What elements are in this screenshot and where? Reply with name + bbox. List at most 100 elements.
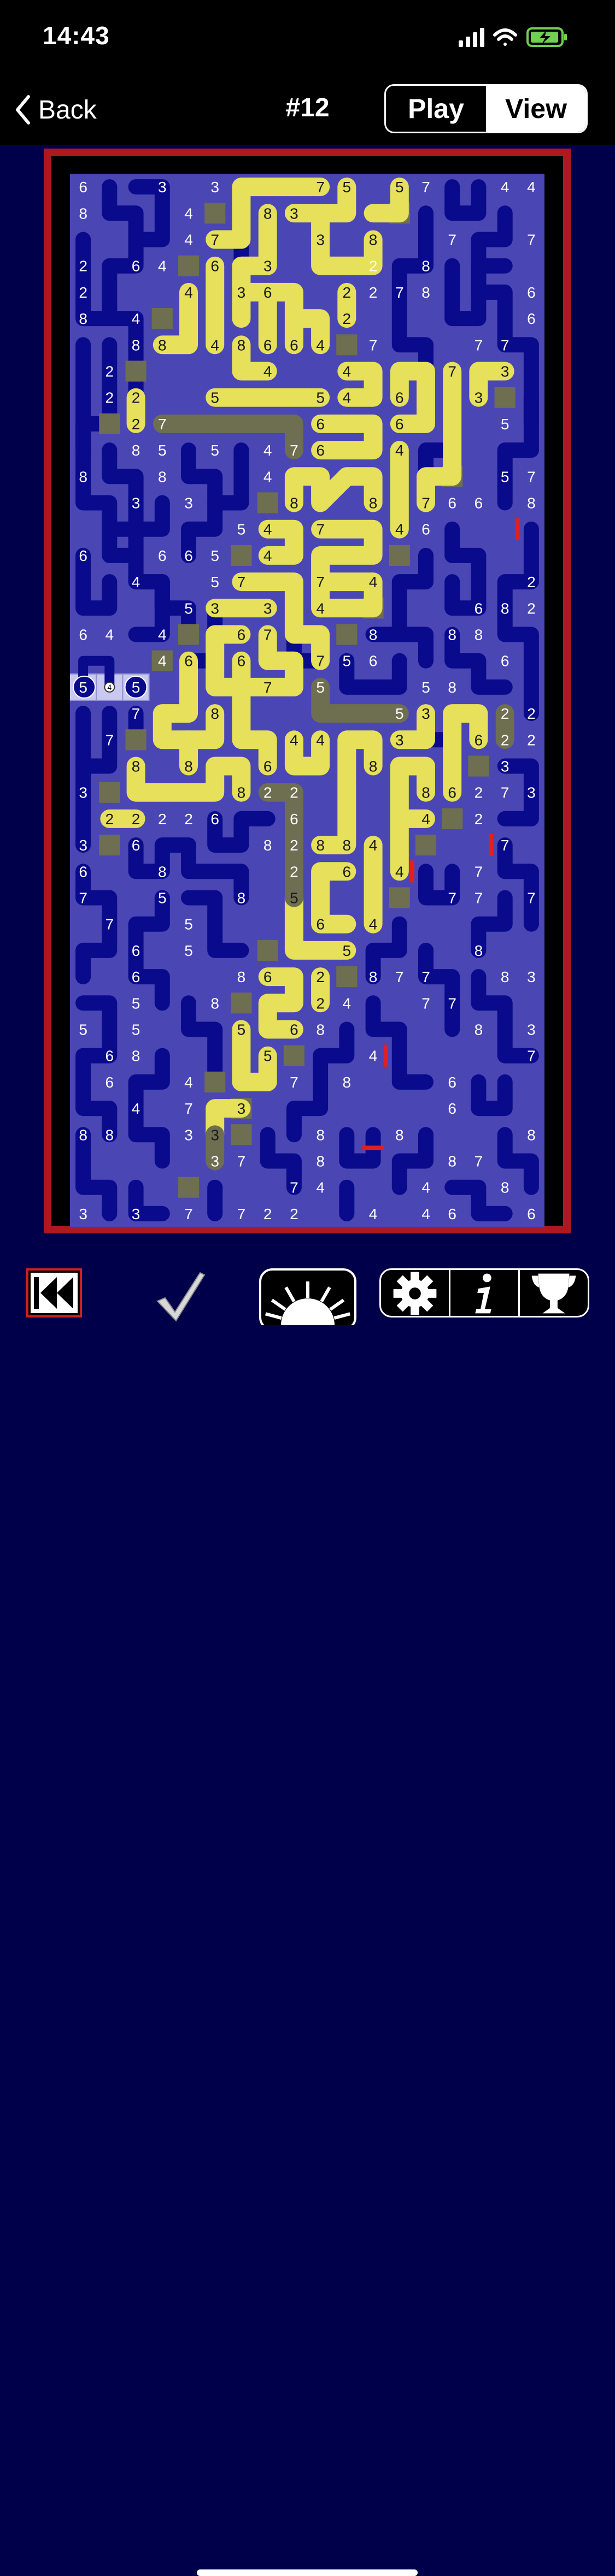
gray-cell bbox=[389, 545, 410, 566]
cell-number: 5 bbox=[316, 389, 325, 406]
cell-number: 2 bbox=[501, 731, 509, 748]
status-time: 14:43 bbox=[43, 21, 110, 50]
cell-number: 8 bbox=[475, 1021, 483, 1038]
cell-number: 4 bbox=[210, 336, 219, 353]
cell-number: 3 bbox=[79, 1206, 87, 1222]
cell-number: 3 bbox=[501, 758, 509, 775]
cell-number: 2 bbox=[290, 863, 298, 880]
cell-number: 8 bbox=[158, 468, 167, 485]
gear-icon bbox=[393, 1272, 437, 1315]
cell-number: 8 bbox=[369, 968, 378, 985]
cell-number: 6 bbox=[237, 653, 246, 670]
cell-number: 6 bbox=[448, 784, 456, 801]
cell-number: 6 bbox=[448, 1074, 456, 1091]
mode-segmented-control: Play View bbox=[384, 84, 588, 133]
cell-number: 4 bbox=[369, 837, 378, 854]
cell-number: 8 bbox=[316, 837, 325, 854]
info-button[interactable] bbox=[450, 1270, 520, 1317]
cell-number: 8 bbox=[527, 1126, 536, 1143]
cell-number: 8 bbox=[237, 784, 246, 801]
gray-cell bbox=[178, 255, 200, 276]
cell-number: 3 bbox=[421, 705, 430, 722]
cell-number: 6 bbox=[290, 811, 298, 828]
cell-number: 8 bbox=[421, 784, 430, 801]
cell-number: 7 bbox=[501, 784, 509, 801]
cell-number: 3 bbox=[210, 179, 219, 196]
cell-number: 4 bbox=[263, 442, 272, 459]
cell-number: 8 bbox=[448, 679, 456, 696]
cell-number: 5 bbox=[158, 442, 167, 459]
cell-number: 3 bbox=[210, 600, 219, 617]
cell-number: 7 bbox=[290, 442, 298, 459]
cell-number: 4 bbox=[369, 1048, 378, 1065]
cell-number: 2 bbox=[369, 258, 378, 275]
cell-number: 8 bbox=[475, 942, 483, 959]
cell-number: 7 bbox=[395, 968, 404, 985]
cell-number: 3 bbox=[158, 179, 167, 196]
cell-number: 6 bbox=[448, 1206, 456, 1222]
cell-number: 5 bbox=[184, 942, 193, 959]
wifi-icon bbox=[493, 28, 517, 46]
gray-cell bbox=[99, 413, 120, 434]
cell-number: 3 bbox=[527, 968, 536, 985]
cell-number: 8 bbox=[237, 968, 246, 985]
cell-number: 8 bbox=[527, 495, 536, 512]
cell-number: 6 bbox=[79, 179, 87, 196]
cell-number: 5 bbox=[184, 916, 193, 933]
cell-number: 8 bbox=[290, 495, 298, 512]
cell-number: 5 bbox=[132, 995, 140, 1012]
cell-number: 8 bbox=[369, 627, 378, 643]
cell-number: 3 bbox=[210, 1126, 219, 1143]
cell-number: 2 bbox=[290, 784, 298, 801]
cell-number: 4 bbox=[421, 1179, 430, 1196]
cell-number: 6 bbox=[237, 627, 246, 643]
cell-number: 7 bbox=[184, 1206, 193, 1222]
cell-number: 8 bbox=[237, 336, 246, 353]
cell-number: 4 bbox=[421, 1206, 430, 1222]
back-button[interactable]: Back bbox=[14, 91, 97, 129]
gray-cell bbox=[336, 334, 358, 356]
cell-number: 7 bbox=[501, 837, 509, 854]
play-tab[interactable]: Play bbox=[386, 86, 486, 132]
cell-number: 6 bbox=[316, 916, 325, 933]
cell-number: 6 bbox=[421, 521, 430, 538]
trophy-icon bbox=[531, 1273, 576, 1314]
cell-number: 7 bbox=[316, 574, 325, 590]
home-indicator bbox=[197, 2569, 418, 2576]
cell-number: 6 bbox=[475, 495, 483, 512]
cell-number: 2 bbox=[316, 995, 325, 1012]
settings-button[interactable] bbox=[381, 1270, 450, 1317]
cell-number: 2 bbox=[79, 258, 87, 275]
cell-number: 3 bbox=[395, 731, 404, 748]
rewind-button[interactable] bbox=[26, 1268, 82, 1317]
gray-cell bbox=[151, 308, 173, 329]
cell-number: 8 bbox=[475, 627, 483, 643]
cell-number: 6 bbox=[448, 495, 456, 512]
cell-number: 2 bbox=[343, 284, 352, 301]
puzzle-board[interactable]: 545 6 3 3 7 5 5 7 4 48 4 8 34 7 3 8 7 72 6 4 6 3 2 82 4 3 6 2 2 7 8 68… bbox=[70, 174, 544, 1227]
cell-number: 6 bbox=[527, 310, 536, 327]
cell-number: 4 bbox=[395, 521, 404, 538]
hint-button[interactable] bbox=[259, 1268, 356, 1325]
cell-number: 2 bbox=[527, 731, 536, 748]
trophy-button[interactable] bbox=[520, 1270, 588, 1317]
red-marker bbox=[362, 1145, 384, 1150]
view-tab[interactable]: View bbox=[486, 86, 586, 132]
cell-number: 5 bbox=[395, 179, 404, 196]
cell-number: 3 bbox=[501, 363, 509, 380]
cell-number: 5 bbox=[237, 1021, 246, 1038]
cell-number: 8 bbox=[158, 336, 167, 353]
gray-cell bbox=[178, 1177, 200, 1198]
cell-number: 3 bbox=[527, 784, 536, 801]
cell-number: 8 bbox=[79, 205, 87, 222]
cell-number: 8 bbox=[316, 1126, 325, 1143]
check-button[interactable] bbox=[154, 1268, 207, 1323]
cell-number: 4 bbox=[184, 205, 193, 222]
chevron-left-icon bbox=[16, 95, 30, 125]
cell-number: 2 bbox=[106, 811, 114, 828]
cell-number: 6 bbox=[263, 968, 272, 985]
cell-number: 3 bbox=[132, 495, 140, 512]
cell-number: 7 bbox=[316, 179, 325, 196]
cell-number: 3 bbox=[527, 1021, 536, 1038]
cell-number: 6 bbox=[475, 731, 483, 748]
